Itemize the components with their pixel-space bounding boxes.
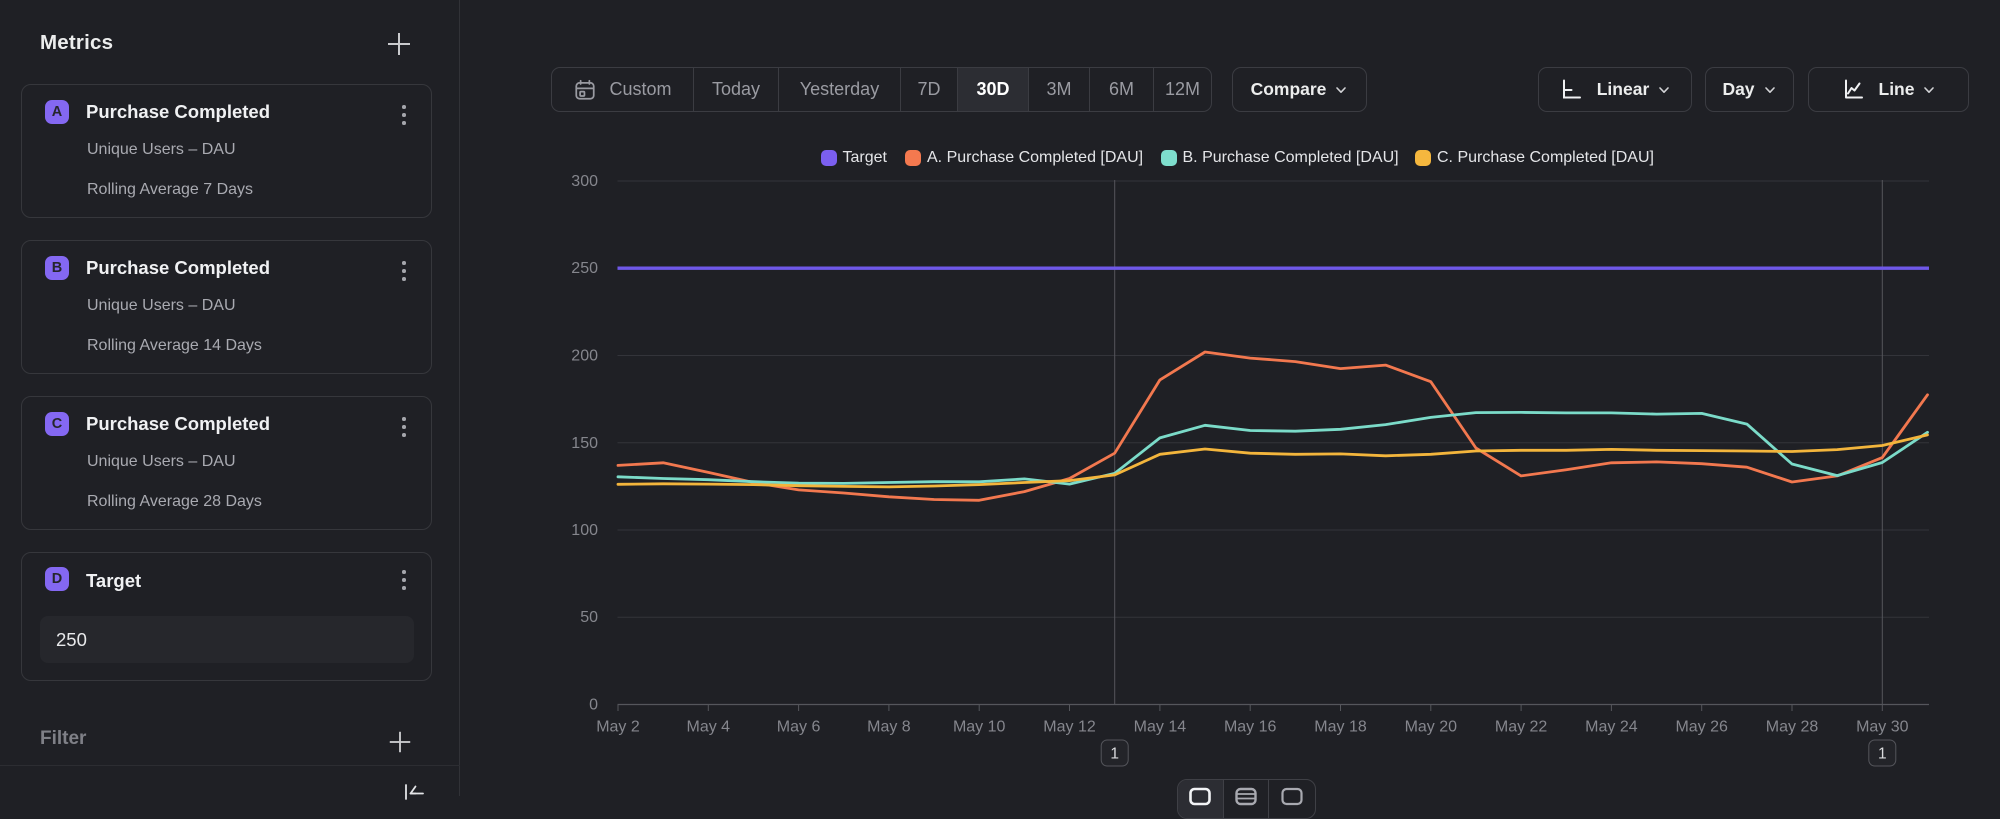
svg-text:May 26: May 26 — [1675, 719, 1728, 736]
svg-text:100: 100 — [571, 522, 598, 539]
svg-text:May 16: May 16 — [1224, 719, 1277, 736]
svg-text:1: 1 — [1878, 746, 1887, 763]
svg-text:May 8: May 8 — [867, 719, 911, 736]
svg-text:May 20: May 20 — [1405, 719, 1458, 736]
svg-text:May 28: May 28 — [1766, 719, 1819, 736]
svg-text:May 4: May 4 — [687, 719, 731, 736]
svg-text:May 30: May 30 — [1856, 719, 1909, 736]
svg-text:1: 1 — [1110, 746, 1119, 763]
svg-text:May 12: May 12 — [1043, 719, 1096, 736]
svg-text:200: 200 — [571, 348, 598, 365]
svg-text:May 24: May 24 — [1585, 719, 1638, 736]
svg-text:150: 150 — [571, 435, 598, 452]
svg-text:May 22: May 22 — [1495, 719, 1548, 736]
svg-text:300: 300 — [571, 173, 598, 190]
svg-text:May 6: May 6 — [777, 719, 821, 736]
svg-text:May 18: May 18 — [1314, 719, 1367, 736]
svg-text:May 2: May 2 — [596, 719, 640, 736]
svg-text:May 14: May 14 — [1134, 719, 1187, 736]
svg-text:0: 0 — [589, 697, 598, 714]
svg-text:250: 250 — [571, 260, 598, 277]
svg-text:May 10: May 10 — [953, 719, 1006, 736]
svg-text:50: 50 — [580, 609, 598, 626]
